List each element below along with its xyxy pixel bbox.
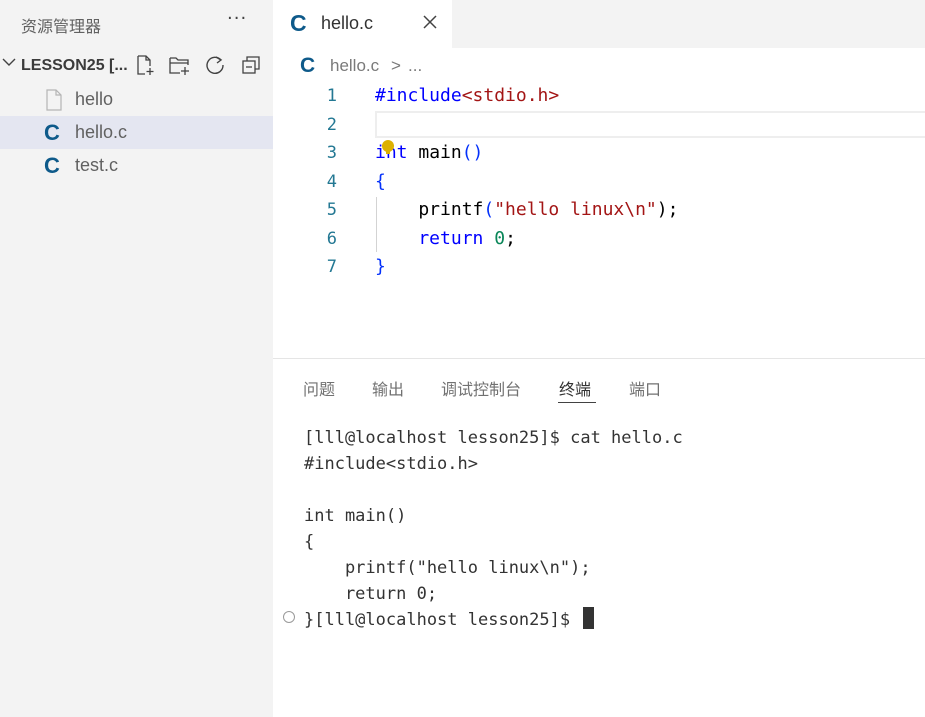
breadcrumb-file[interactable]: hello.c bbox=[330, 56, 379, 76]
code-token: ( bbox=[483, 199, 495, 220]
line-number: 3 bbox=[326, 143, 337, 163]
new-folder-icon[interactable] bbox=[168, 54, 190, 76]
file-label: test.c bbox=[75, 155, 119, 175]
file-label: hello bbox=[75, 89, 114, 109]
editor-tab-bar: C hello.c bbox=[273, 0, 925, 48]
code-line: 6 return 0; bbox=[273, 225, 925, 253]
code-line: 2 bbox=[273, 111, 925, 139]
tab-ports[interactable]: 端口 bbox=[629, 376, 661, 400]
refresh-icon[interactable] bbox=[204, 54, 226, 76]
tab-debug-console[interactable]: 调试控制台 bbox=[441, 376, 521, 400]
tab-problems[interactable]: 问题 bbox=[303, 376, 335, 400]
code-token: return bbox=[375, 228, 484, 249]
terminal-line: printf("hello linux\n"); bbox=[304, 558, 591, 578]
tab-hello-c[interactable]: C hello.c bbox=[273, 0, 452, 48]
file-item-hello[interactable]: hello bbox=[0, 83, 273, 116]
terminal-line: int main() bbox=[304, 506, 407, 526]
code-token: printf bbox=[375, 199, 484, 220]
terminal-output[interactable]: [lll@localhost lesson25]$ cat hello.c #i… bbox=[304, 425, 683, 633]
code-text: return 0; bbox=[375, 228, 516, 249]
explorer-title: 资源管理器 bbox=[21, 17, 102, 36]
line-number: 2 bbox=[326, 115, 337, 135]
c-file-icon: C bbox=[300, 54, 316, 77]
file-label: hello.c bbox=[75, 122, 128, 142]
code-line: 3 int main() bbox=[273, 139, 925, 167]
terminal-prompt: }[lll@localhost lesson25]$ bbox=[304, 610, 581, 630]
breadcrumb-separator-icon: > bbox=[391, 56, 401, 75]
terminal-line: [lll@localhost lesson25]$ cat hello.c bbox=[304, 428, 683, 448]
code-text: { bbox=[375, 171, 386, 192]
terminal-line: return 0; bbox=[304, 584, 438, 604]
c-file-icon: C bbox=[44, 153, 60, 178]
code-token: "hello linux\n" bbox=[494, 199, 657, 220]
collapse-all-icon[interactable] bbox=[240, 54, 262, 76]
code-text: #include<stdio.h> bbox=[375, 85, 559, 106]
terminal-line: { bbox=[304, 532, 315, 552]
line-number: 4 bbox=[326, 172, 337, 192]
code-token: 0 bbox=[494, 228, 506, 249]
code-token: } bbox=[375, 256, 386, 277]
code-line: 7} bbox=[273, 253, 925, 281]
lightbulb-icon[interactable] bbox=[380, 140, 396, 156]
breadcrumb-symbols[interactable]: ... bbox=[408, 56, 422, 76]
code-token: ; bbox=[505, 228, 516, 249]
code-token: <stdio.h> bbox=[461, 85, 560, 106]
line-number: 5 bbox=[326, 200, 337, 220]
terminal-cursor bbox=[583, 607, 595, 629]
file-item-test-c[interactable]: C test.c bbox=[0, 149, 273, 182]
line-number: 1 bbox=[326, 86, 337, 106]
close-icon[interactable] bbox=[422, 14, 438, 30]
workspace-section-header[interactable]: LESSON25 [... bbox=[0, 52, 273, 80]
code-line: 4{ bbox=[273, 168, 925, 196]
code-editor[interactable]: 1 #include<stdio.h> 2 3 int main() 4{5 printf… bbox=[273, 82, 925, 358]
bottom-panel: 问题 输出 调试控制台 终端 端口 [lll@localhost lesson2… bbox=[273, 358, 925, 717]
code-token: main bbox=[407, 142, 462, 163]
tab-output[interactable]: 输出 bbox=[372, 376, 404, 400]
code-token: () bbox=[461, 142, 484, 163]
code-token: #include bbox=[375, 85, 462, 106]
chevron-down-icon[interactable] bbox=[1, 54, 17, 70]
tab-label: hello.c bbox=[321, 13, 374, 33]
more-actions-icon[interactable]: ··· bbox=[227, 8, 247, 29]
tab-terminal[interactable]: 终端 bbox=[559, 376, 591, 400]
code-line: 1 #include<stdio.h> bbox=[273, 82, 925, 110]
command-decoration-icon[interactable] bbox=[283, 611, 295, 623]
new-file-icon[interactable] bbox=[134, 54, 156, 76]
terminal-prompt-line: }[lll@localhost lesson25]$ bbox=[304, 607, 683, 633]
code-text: } bbox=[375, 256, 386, 277]
c-file-icon: C bbox=[290, 10, 307, 36]
active-tab-indicator bbox=[558, 402, 596, 403]
workspace-name: LESSON25 [... bbox=[21, 57, 128, 74]
line-number: 7 bbox=[326, 257, 337, 277]
c-file-icon: C bbox=[44, 120, 60, 145]
code-token: ); bbox=[656, 199, 679, 220]
code-line: 5 printf("hello linux\n"); bbox=[273, 196, 925, 224]
line-number: 6 bbox=[326, 229, 337, 249]
terminal-line: #include<stdio.h> bbox=[304, 454, 478, 474]
code-token: { bbox=[375, 171, 386, 192]
file-icon bbox=[46, 89, 62, 111]
code-text: printf("hello linux\n"); bbox=[375, 199, 678, 220]
file-item-hello-c[interactable]: C hello.c bbox=[0, 116, 273, 149]
explorer-sidebar: 资源管理器 ··· LESSON25 [... hello C hello.c … bbox=[0, 0, 273, 717]
